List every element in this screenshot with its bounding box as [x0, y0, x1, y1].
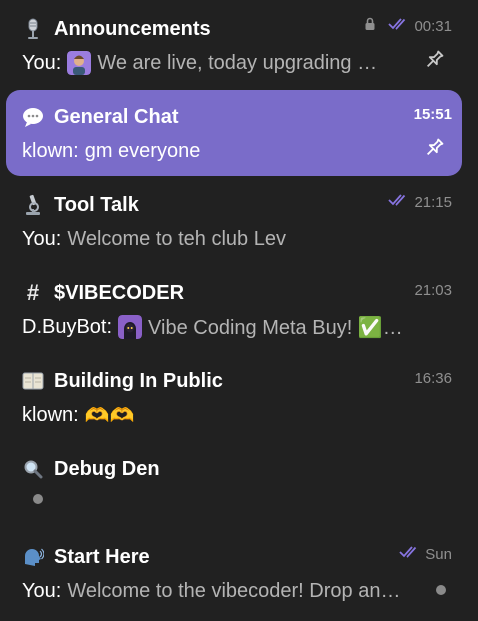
chat-time: 21:15: [414, 193, 452, 211]
chat-meta: 15:51: [414, 104, 452, 124]
chat-meta: 21:03: [414, 280, 452, 300]
chat-title: Building In Public: [54, 369, 223, 392]
chat-list: Announcements 00:31 You: We are live, to…: [0, 0, 478, 621]
chat-title: Announcements: [54, 17, 211, 40]
double-check-icon: [399, 545, 425, 563]
chat-time: 00:31: [414, 17, 452, 35]
chat-meta: 21:15: [388, 192, 452, 212]
chat-title-row: General Chat: [22, 104, 178, 130]
typing-indicator-dot: [33, 494, 43, 504]
preview-message: Welcome to teh club Lev: [67, 227, 286, 250]
preview-sender: You: [22, 579, 56, 602]
sender-avatar: [67, 51, 92, 75]
double-check-icon: [388, 193, 414, 211]
preview-colon: :: [106, 315, 113, 338]
chat-title: Start Here: [54, 545, 150, 568]
hash-icon: #: [26, 280, 40, 305]
preview-message: 🫶🫶: [84, 404, 135, 427]
chat-meta: Sun: [399, 544, 452, 564]
preview-message: We are live, today upgrading …: [97, 51, 378, 74]
chat-preview: klown: gm everyone: [22, 137, 422, 165]
chat-item-tool-talk[interactable]: Tool Talk 21:15 You: Welcome to teh club…: [6, 178, 462, 264]
chat-preview: You: Welcome to teh club Lev: [22, 225, 422, 253]
chat-preview: klown: 🫶🫶: [22, 401, 422, 429]
chat-preview: You: Welcome to the vibecoder! Drop an…: [22, 577, 422, 605]
preview-colon: :: [55, 579, 62, 602]
speaking-head-icon: [22, 546, 44, 568]
chat-item-announcements[interactable]: Announcements 00:31 You: We are live, to…: [6, 2, 462, 88]
chat-item-vibecoder[interactable]: # $VIBECODER 21:03 D.BuyBot: Vibe Coding…: [6, 266, 462, 352]
microscope-icon: [22, 194, 44, 216]
chat-title: Debug Den: [54, 457, 160, 480]
preview-colon: :: [73, 403, 79, 426]
chat-title-row: Tool Talk: [22, 192, 139, 218]
bot-avatar: [118, 315, 143, 339]
chat-item-building-in-public[interactable]: Building In Public 16:36 klown: 🫶🫶: [6, 354, 462, 440]
lock-icon: [364, 17, 380, 35]
chat-time: 21:03: [414, 281, 452, 299]
preview-colon: :: [55, 51, 62, 74]
chat-title-row: # $VIBECODER: [22, 280, 184, 306]
preview-sender: klown: [22, 403, 74, 426]
notebook-icon: [22, 370, 44, 392]
preview-message: Welcome to the vibecoder! Drop an…: [67, 579, 401, 602]
chat-title: General Chat: [54, 105, 179, 128]
chat-title-row: Building In Public: [22, 368, 223, 394]
chat-title: $VIBECODER: [54, 281, 185, 304]
chat-meta: 16:36: [414, 368, 452, 388]
double-check-icon: [388, 17, 414, 35]
preview-colon: :: [73, 139, 79, 162]
chat-title-row: Debug Den: [22, 456, 160, 482]
pin-icon: [422, 136, 446, 160]
preview-sender: klown: [22, 139, 74, 162]
chat-preview: D.BuyBot: Vibe Coding Meta Buy! ✅✅…: [22, 313, 422, 341]
chat-item-debug-den[interactable]: Debug Den: [6, 442, 462, 528]
chat-title-row: Start Here: [22, 544, 150, 570]
pin-icon: [422, 48, 446, 72]
chat-time: 15:51: [413, 105, 452, 123]
preview-message: Vibe Coding Meta Buy! ✅✅…: [148, 316, 422, 339]
chat-meta: 00:31: [364, 16, 452, 36]
chat-item-general-chat[interactable]: General Chat 15:51 klown: gm everyone: [6, 90, 462, 176]
preview-sender: You: [22, 51, 56, 74]
preview-message: gm everyone: [84, 139, 201, 162]
speech-bubble-icon: [22, 106, 44, 128]
chat-title-row: Announcements: [22, 16, 211, 42]
preview-sender: D.BuyBot: [22, 315, 107, 338]
chat-time: 16:36: [414, 369, 452, 387]
microphone-icon: [22, 18, 44, 40]
chat-time: Sun: [425, 545, 452, 563]
chat-title: Tool Talk: [54, 193, 139, 216]
unread-dot: [436, 585, 446, 595]
magnifier-icon: [22, 458, 44, 480]
preview-colon: :: [55, 227, 62, 250]
chat-item-start-here[interactable]: Start Here Sun You: Welcome to the vibec…: [6, 530, 462, 616]
chat-preview: You: We are live, today upgrading …: [22, 49, 422, 77]
preview-sender: You: [22, 227, 56, 250]
